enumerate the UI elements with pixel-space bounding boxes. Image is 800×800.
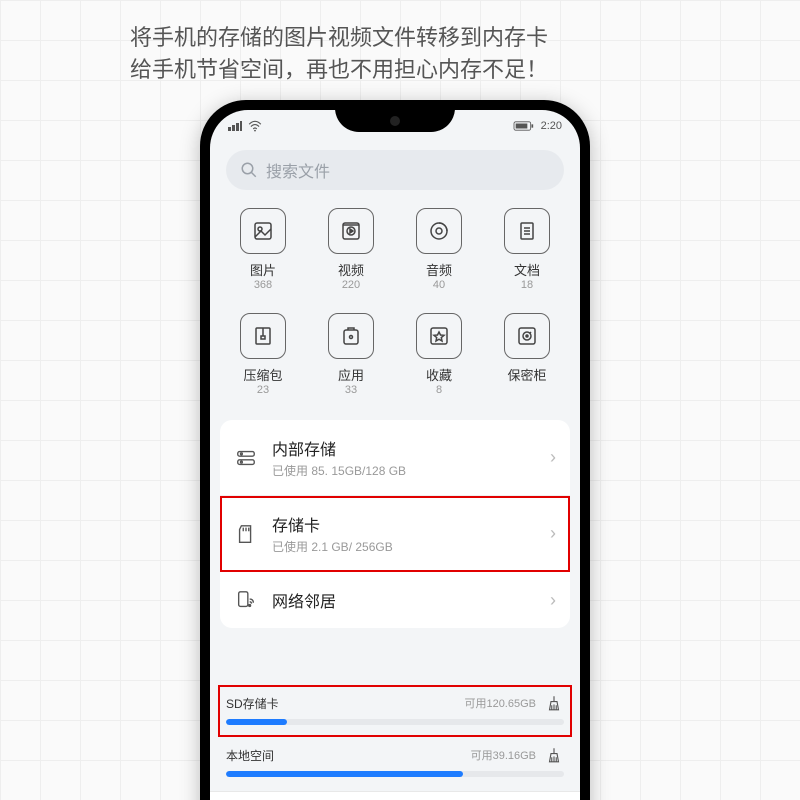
storage-bar-track xyxy=(226,771,564,777)
category-count: 8 xyxy=(402,384,476,396)
storage-bar-title: 本地空间 xyxy=(226,747,274,764)
chevron-right-icon: › xyxy=(550,590,556,611)
document-icon xyxy=(504,208,550,254)
bottom-nav: 最近分类云盘我的 xyxy=(210,791,580,800)
search-placeholder: 搜索文件 xyxy=(266,158,330,182)
storage-bar-available: 可用120.65GB xyxy=(464,695,536,711)
storage-row-subtitle: 已使用 85. 15GB/128 GB xyxy=(272,462,536,479)
phone-screen: 2:20 搜索文件 图片368视频220音频40文档18压缩包23应用33收藏8… xyxy=(210,110,580,800)
category-label: 图片 xyxy=(226,260,300,279)
archive-icon xyxy=(240,313,286,359)
category-label: 收藏 xyxy=(402,365,476,384)
storage-bar-track xyxy=(226,719,564,725)
category-count: 220 xyxy=(314,279,388,291)
category-label: 文档 xyxy=(490,260,564,279)
nav-person[interactable]: 我的 xyxy=(488,792,581,800)
sd-card-icon xyxy=(234,523,258,545)
storage-list: 内部存储已使用 85. 15GB/128 GB›存储卡已使用 2.1 GB/ 2… xyxy=(220,420,570,628)
storage-row-title: 内部存储 xyxy=(272,436,536,460)
wifi-icon xyxy=(248,120,262,132)
nav-clock[interactable]: 最近 xyxy=(210,792,303,800)
category-count: 368 xyxy=(226,279,300,291)
clean-button[interactable] xyxy=(544,693,564,713)
category-label: 音频 xyxy=(402,260,476,279)
network-icon xyxy=(234,589,258,611)
status-time: 2:20 xyxy=(541,120,562,132)
storage-bar-available: 可用39.16GB xyxy=(471,747,536,763)
caption-line-2: 给手机节省空间，再也不用担心内存不足！ xyxy=(130,54,548,86)
category-video[interactable]: 视频220 xyxy=(314,202,388,297)
search-icon xyxy=(240,161,258,179)
category-label: 保密柜 xyxy=(490,365,564,384)
storage-row-network[interactable]: 网络邻居 › xyxy=(220,572,570,628)
clean-button[interactable] xyxy=(544,745,564,765)
category-grid: 图片368视频220音频40文档18压缩包23应用33收藏8保密柜 xyxy=(226,202,564,402)
caption-line-1: 将手机的存储的图片视频文件转移到内存卡 xyxy=(130,22,548,54)
category-safe[interactable]: 保密柜 xyxy=(490,307,564,402)
internal-storage-icon xyxy=(234,447,258,469)
storage-bar-title: SD存储卡 xyxy=(226,695,279,712)
phone-notch xyxy=(335,110,455,132)
app-icon xyxy=(328,313,374,359)
category-label: 压缩包 xyxy=(226,365,300,384)
category-count: 40 xyxy=(402,279,476,291)
storage-bar: 本地空间 可用39.16GB xyxy=(222,739,568,787)
category-label: 应用 xyxy=(314,365,388,384)
image-icon xyxy=(240,208,286,254)
marketing-caption: 将手机的存储的图片视频文件转移到内存卡 给手机节省空间，再也不用担心内存不足！ xyxy=(130,22,548,86)
category-image[interactable]: 图片368 xyxy=(226,202,300,297)
video-icon xyxy=(328,208,374,254)
search-input[interactable]: 搜索文件 xyxy=(226,150,564,190)
phone-mockup: 2:20 搜索文件 图片368视频220音频40文档18压缩包23应用33收藏8… xyxy=(200,100,590,800)
audio-icon xyxy=(416,208,462,254)
favorite-icon xyxy=(416,313,462,359)
category-app[interactable]: 应用33 xyxy=(314,307,388,402)
category-count: 18 xyxy=(490,279,564,291)
storage-bar: SD存储卡 可用120.65GB xyxy=(220,687,570,735)
nav-cloud[interactable]: 云盘 xyxy=(395,792,488,800)
category-favorite[interactable]: 收藏8 xyxy=(402,307,476,402)
category-document[interactable]: 文档18 xyxy=(490,202,564,297)
category-audio[interactable]: 音频40 xyxy=(402,202,476,297)
battery-icon xyxy=(513,121,535,131)
storage-row-title: 网络邻居 xyxy=(272,588,536,612)
category-archive[interactable]: 压缩包23 xyxy=(226,307,300,402)
category-label: 视频 xyxy=(314,260,388,279)
chevron-right-icon: › xyxy=(550,523,556,544)
storage-row-internal-storage[interactable]: 内部存储已使用 85. 15GB/128 GB › xyxy=(220,420,570,496)
storage-row-subtitle: 已使用 2.1 GB/ 256GB xyxy=(272,538,536,555)
signal-icon xyxy=(228,121,242,131)
chevron-right-icon: › xyxy=(550,447,556,468)
storage-row-title: 存储卡 xyxy=(272,512,536,536)
category-count: 33 xyxy=(314,384,388,396)
safe-icon xyxy=(504,313,550,359)
storage-bars: SD存储卡 可用120.65GB 本地空间 可用39.16GB xyxy=(210,687,580,791)
storage-row-sd-card[interactable]: 存储卡已使用 2.1 GB/ 256GB › xyxy=(220,496,570,572)
nav-folder[interactable]: 分类 xyxy=(303,792,396,800)
category-count: 23 xyxy=(226,384,300,396)
